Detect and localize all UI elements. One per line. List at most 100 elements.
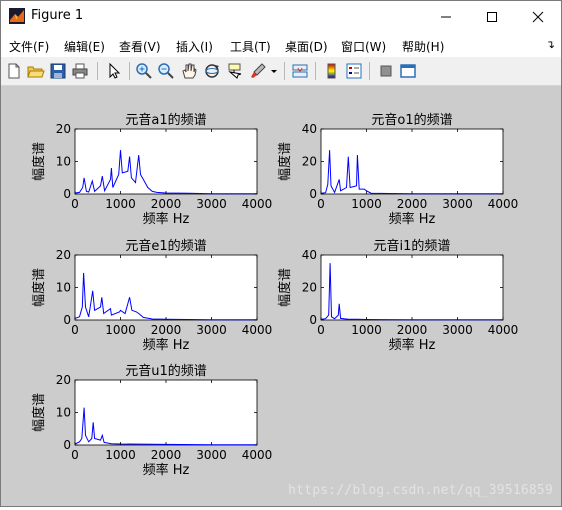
x-tick-label: 0	[71, 197, 79, 211]
x-tick-label: 3000	[196, 197, 227, 211]
x-tick-label: 0	[71, 448, 79, 462]
y-tick-label: 0	[309, 187, 317, 201]
figure-canvas: 0 1000 2000 3000 4000 0 10 20 元音a1的频谱 频率 Hz 幅度谱 0 10…	[1, 86, 561, 506]
x-tick-label: 2000	[151, 197, 182, 211]
link-icon[interactable]	[291, 62, 309, 80]
brush-icon[interactable]	[249, 62, 267, 80]
x-axis-label: 频率 Hz	[143, 462, 190, 478]
x-tick-label: 2000	[151, 448, 182, 462]
toolbar-separator	[315, 62, 316, 80]
matlab-icon	[9, 8, 25, 24]
axes-box	[320, 254, 504, 321]
zoom-out-icon[interactable]	[157, 62, 175, 80]
x-tick-label: 1000	[105, 448, 136, 462]
x-axis-label: 频率 Hz	[143, 211, 190, 227]
y-tick-label: 40	[302, 122, 317, 136]
x-tick-label: 4000	[242, 197, 273, 211]
hide-tools-icon[interactable]	[377, 62, 395, 80]
y-tick-label: 0	[63, 187, 71, 201]
menu-window[interactable]: 窗口(W)	[341, 38, 386, 55]
watermark: https://blog.csdn.net/qq_39516859	[288, 483, 553, 498]
y-tick-label: 40	[302, 248, 317, 262]
y-tick-label: 10	[56, 281, 71, 295]
x-tick-label: 1000	[351, 323, 382, 337]
new-figure-icon[interactable]	[5, 62, 23, 80]
x-tick-label: 2000	[151, 323, 182, 337]
menu-bar: 文件(F) 编辑(E) 查看(V) 插入(I) 工具(T) 桌面(D) 窗口(W…	[1, 32, 561, 57]
x-tick-label: 3000	[442, 197, 473, 211]
x-tick-label: 0	[317, 323, 325, 337]
subplot[interactable]: 0 1000 2000 3000 4000 0 20 40 元音o1的频谱频率 Hz 幅度谱	[277, 112, 518, 227]
x-axis-label: 频率 Hz	[143, 337, 190, 353]
menu-insert[interactable]: 插入(I)	[176, 38, 213, 55]
subplot[interactable]: 0 1000 2000 3000 4000 0 10 20 元音a1的频谱频率 Hz 幅度谱	[31, 112, 272, 227]
y-tick-label: 20	[56, 373, 71, 387]
x-tick-label: 2000	[397, 323, 428, 337]
print-icon[interactable]	[71, 62, 89, 80]
data-cursor-icon[interactable]	[226, 62, 244, 80]
close-button[interactable]	[515, 1, 561, 32]
y-tick-label: 0	[63, 313, 71, 327]
y-tick-label: 0	[63, 438, 71, 452]
y-axis-label: 幅度谱	[31, 268, 47, 307]
x-axis-label: 频率 Hz	[389, 337, 436, 353]
x-tick-label: 1000	[351, 197, 382, 211]
y-axis-label: 幅度谱	[31, 142, 47, 181]
toolbar	[1, 57, 561, 86]
toolbar-separator	[97, 62, 98, 80]
y-tick-label: 0	[309, 313, 317, 327]
x-tick-label: 4000	[242, 448, 273, 462]
subplot-title: 元音e1的频谱	[125, 238, 206, 254]
minimize-icon	[441, 16, 451, 17]
y-axis-label: 幅度谱	[31, 393, 47, 432]
menu-file[interactable]: 文件(F)	[9, 38, 49, 55]
title-bar[interactable]: Figure 1	[1, 1, 561, 32]
x-tick-label: 1000	[105, 197, 136, 211]
pan-icon[interactable]	[180, 62, 198, 80]
maximize-button[interactable]	[469, 1, 515, 32]
y-tick-label: 20	[302, 281, 317, 295]
x-tick-label: 3000	[442, 323, 473, 337]
maximize-icon	[487, 11, 497, 22]
minimize-button[interactable]	[423, 1, 469, 32]
brush-dropdown-icon[interactable]	[269, 62, 279, 80]
open-icon[interactable]	[27, 62, 45, 80]
zoom-in-icon[interactable]	[135, 62, 153, 80]
subplot-grid: 0 1000 2000 3000 400001020元音a1的频谱频率 Hz幅度谱0 10…	[31, 112, 518, 478]
x-tick-label: 0	[71, 323, 79, 337]
subplot-title: 元音u1的频谱	[125, 363, 207, 379]
x-tick-label: 1000	[105, 323, 136, 337]
figure-window: Figure 1 文件(F) 编辑(E) 查看(V) 插入(I) 工具(T) 桌…	[0, 0, 562, 507]
axes-box	[74, 254, 258, 321]
menu-desktop[interactable]: 桌面(D)	[285, 38, 328, 55]
menu-edit[interactable]: 编辑(E)	[64, 38, 105, 55]
rotate-icon[interactable]	[203, 62, 221, 80]
x-tick-label: 3000	[196, 448, 227, 462]
y-tick-label: 20	[56, 122, 71, 136]
save-icon[interactable]	[49, 62, 67, 80]
close-icon	[532, 11, 544, 22]
dock-icon[interactable]	[399, 62, 417, 80]
subplot[interactable]: 0 1000 2000 3000 4000 0 10 20 元音e1的频谱频率 Hz 幅度谱	[31, 238, 272, 353]
subplot[interactable]: 0 1000 2000 3000 4000 0 10 20 元音u1的频谱频率 Hz 幅度谱	[31, 363, 272, 478]
toolbar-separator	[129, 62, 130, 80]
menu-tools[interactable]: 工具(T)	[230, 38, 271, 55]
x-tick-label: 4000	[488, 197, 519, 211]
subplot[interactable]: 0 1000 2000 3000 4000 0 20 40 元音i1的频谱频率 Hz 幅度谱	[277, 238, 518, 353]
x-tick-label: 0	[317, 197, 325, 211]
x-tick-label: 4000	[242, 323, 273, 337]
menu-help[interactable]: 帮助(H)	[402, 38, 444, 55]
legend-icon[interactable]	[345, 62, 363, 80]
menu-overflow-icon[interactable]: ↴	[546, 38, 555, 51]
y-axis-label: 幅度谱	[277, 268, 293, 307]
colorbar-icon[interactable]	[323, 62, 341, 80]
x-tick-label: 3000	[196, 323, 227, 337]
menu-view[interactable]: 查看(V)	[119, 38, 161, 55]
y-tick-label: 10	[56, 406, 71, 420]
x-tick-label: 2000	[397, 197, 428, 211]
window-title: Figure 1	[31, 8, 84, 23]
y-axis-label: 幅度谱	[277, 142, 293, 181]
pointer-icon[interactable]	[105, 62, 123, 80]
toolbar-separator	[284, 62, 285, 80]
y-tick-label: 20	[302, 155, 317, 169]
